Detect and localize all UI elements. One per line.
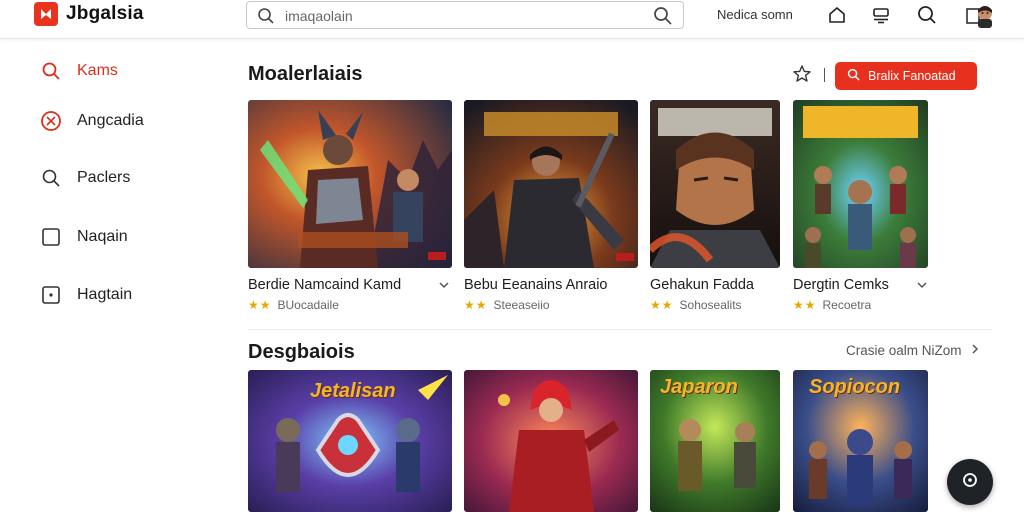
game-thumbnail[interactable] (464, 100, 638, 268)
card-meta: ★★ Steeaseiio (464, 298, 550, 312)
sidebar: Kams Angcadia Paclers Naqain Hagtain (0, 40, 220, 512)
avatar[interactable] (965, 1, 995, 29)
card-meta: ★★ Recoetra (793, 298, 871, 312)
card-title: Gehakun Fadda (650, 277, 754, 293)
sidebar-item-label: Hagtain (77, 286, 133, 303)
banner-text: Jetalisan (310, 380, 396, 402)
app-name: Jbgalsia (66, 3, 144, 24)
rating-stars: ★★ (650, 298, 674, 312)
card-title: Bebu Eeanains Anraio (464, 277, 608, 293)
app-logo[interactable]: Jbgalsia (34, 2, 144, 26)
chevron-right-icon (970, 343, 980, 358)
sidebar-item-paclers[interactable]: Paclers (40, 165, 130, 191)
game-thumbnail[interactable] (248, 100, 452, 268)
see-all-label: Crasie oalm NiZom (846, 343, 962, 358)
chevron-down-icon[interactable] (916, 278, 928, 296)
banner-text: Sopiocon (809, 376, 901, 398)
chevron-down-icon[interactable] (438, 278, 450, 296)
section-divider (248, 329, 992, 330)
square-icon (40, 226, 62, 248)
search-submit-icon[interactable] (653, 6, 673, 31)
top-bar: Jbgalsia Nedica somn (0, 0, 1024, 39)
rating-stars: ★★ (248, 298, 272, 312)
search-icon (40, 60, 62, 82)
section-title: Moalerlaiais (248, 63, 363, 85)
game-card[interactable]: Japaron (650, 370, 780, 512)
search-icon (257, 7, 275, 30)
compass-icon (40, 110, 62, 132)
card-title: Berdie Namcaind Kamd (248, 277, 402, 293)
logo-icon (34, 2, 58, 26)
sidebar-item-naqain[interactable]: Naqain (40, 224, 128, 250)
star-icon[interactable] (792, 64, 812, 89)
game-card[interactable]: Bebu Eeanains Anraio ★★ Steeaseiio (464, 100, 638, 315)
card-meta-text: BUocadaile (277, 298, 339, 312)
search-icon (40, 167, 62, 189)
banner-text: Japaron (660, 376, 738, 398)
game-card[interactable]: Dergtin Cemks ★★ Recoetra (793, 100, 935, 315)
nav-link[interactable]: Nedica somn (717, 7, 793, 22)
sidebar-item-label: Kams (77, 62, 118, 79)
rating-stars: ★★ (793, 298, 817, 312)
divider (824, 68, 825, 82)
floating-action-button[interactable] (947, 459, 993, 505)
sidebar-item-hagtain[interactable]: Hagtain (40, 282, 132, 308)
sidebar-item-label: Angcadia (77, 112, 144, 129)
primary-action-button[interactable]: Bralix Fanoatad (835, 62, 977, 90)
card-meta-text: Recoetra (822, 298, 872, 312)
home-icon[interactable] (826, 4, 848, 26)
game-card[interactable]: Berdie Namcaind Kamd ★★ BUocadaile (248, 100, 452, 315)
card-title: Dergtin Cemks (793, 277, 889, 293)
card-meta: ★★ BUocadaile (248, 298, 339, 312)
section-title: Desgbaiois (248, 341, 355, 363)
sidebar-item-angcadia[interactable]: Angcadia (40, 108, 144, 134)
game-thumbnail[interactable] (464, 370, 638, 512)
sidebar-item-label: Paclers (77, 169, 131, 186)
record-icon (961, 471, 979, 494)
card-meta: ★★ Sohosealits (650, 298, 742, 312)
rating-stars: ★★ (464, 298, 488, 312)
search-icon[interactable] (916, 4, 938, 26)
search-icon (847, 68, 860, 84)
card-meta-text: Sohosealits (679, 298, 742, 312)
primary-action-label: Bralix Fanoatad (868, 69, 956, 83)
search-input[interactable] (283, 5, 647, 27)
card-meta-text: Steeaseiio (493, 298, 550, 312)
game-card[interactable] (464, 370, 638, 512)
dot-square-icon (40, 284, 62, 306)
search-bar[interactable] (246, 1, 684, 29)
sidebar-item-label: Naqain (77, 228, 128, 245)
game-card[interactable]: Jetalisan (248, 370, 452, 512)
game-thumbnail[interactable] (793, 100, 928, 268)
game-thumbnail[interactable] (650, 100, 780, 268)
sidebar-item-kams[interactable]: Kams (40, 58, 118, 84)
game-card[interactable]: Gehakun Fadda ★★ Sohosealits (650, 100, 780, 315)
game-card[interactable]: Sopiocon (793, 370, 928, 512)
list-icon[interactable] (870, 4, 892, 26)
see-all-link[interactable]: Crasie oalm NiZom (846, 343, 980, 358)
